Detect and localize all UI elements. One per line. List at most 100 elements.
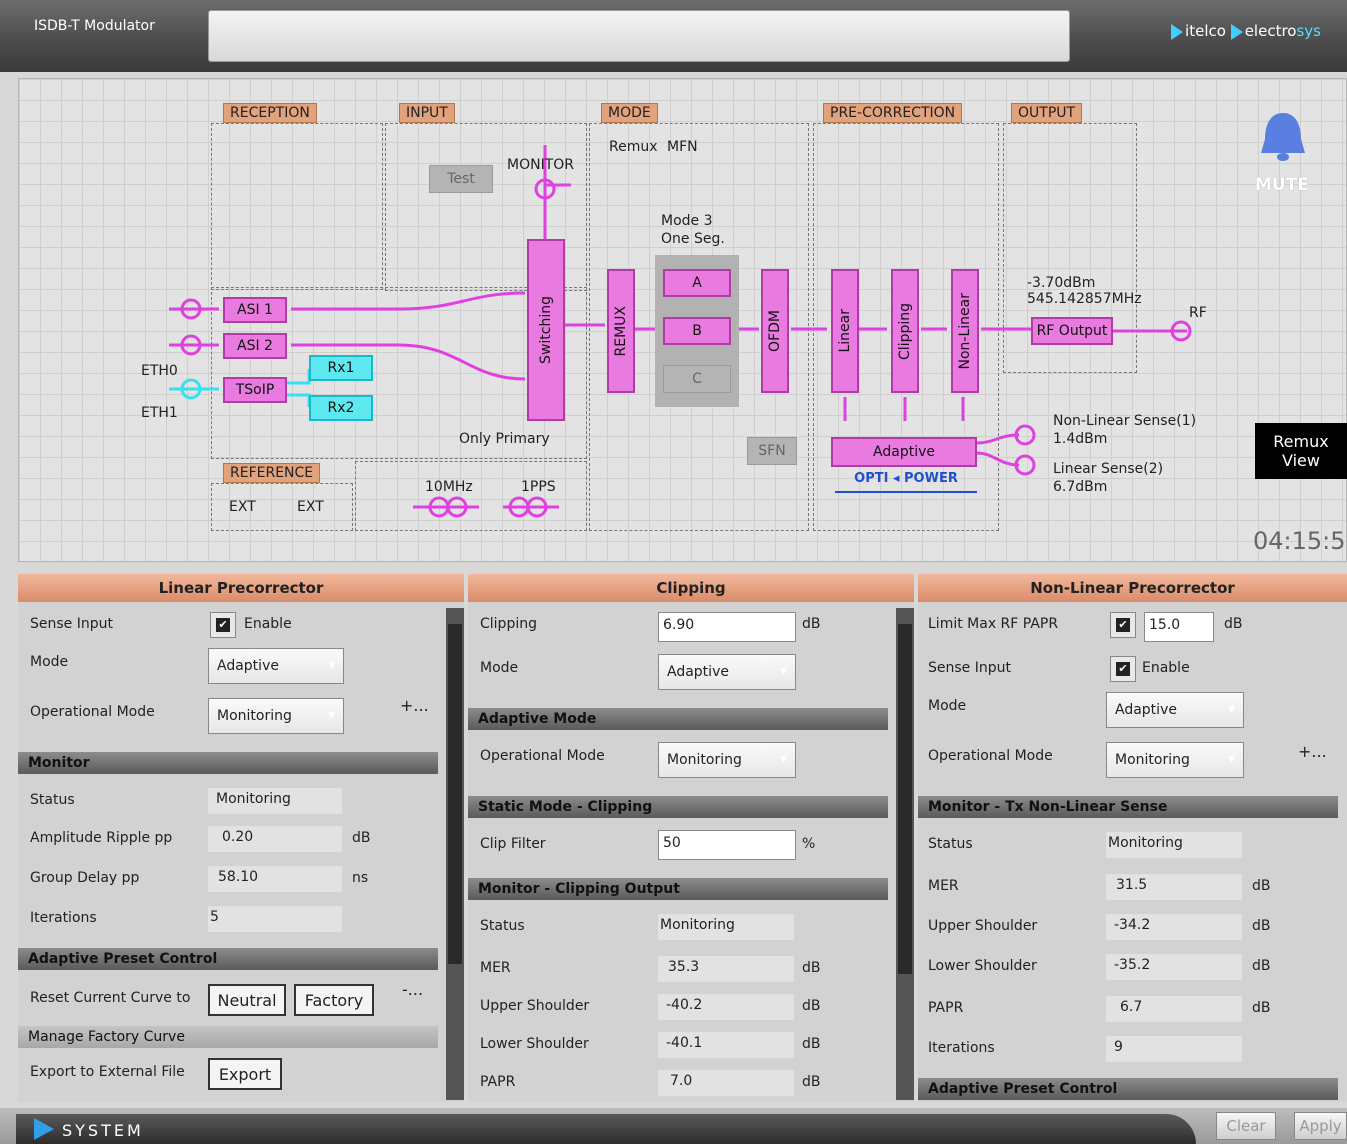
block-diagram: RECEPTION INPUT MODE PRE-CORRECTION OUTP… (18, 78, 1347, 562)
clear-button[interactable]: Clear (1216, 1112, 1276, 1140)
factory-button[interactable]: Factory (294, 984, 374, 1016)
clip-filter-input[interactable]: 50 (658, 830, 796, 860)
limit-papr-input[interactable]: 15.0 (1144, 612, 1214, 642)
nl-mer-unit: dB (1252, 878, 1271, 894)
clipping-panel: Clipping Clipping 6.90 dB Mode Adaptive ▼… (468, 574, 914, 1102)
limit-papr-checkbox[interactable]: ✔ (1110, 612, 1136, 638)
tsoip-block[interactable]: TSoIP (223, 377, 287, 403)
clipping-input[interactable]: 6.90 (658, 612, 796, 642)
nl-sense-value: 1.4dBm (1053, 431, 1108, 447)
ofdm-block[interactable]: OFDM (761, 269, 789, 393)
nl-more-button[interactable]: +... (1298, 742, 1327, 761)
rx1-block[interactable]: Rx1 (309, 355, 373, 381)
mode3-label: Mode 3 (661, 213, 713, 229)
clip-lower-value: -40.1 (658, 1032, 794, 1058)
nl-papr-label: PAPR (928, 1000, 964, 1016)
clip-lower-unit: dB (802, 1036, 821, 1052)
clipping-block[interactable]: Clipping (891, 269, 919, 393)
nl-mode-value: Adaptive (1115, 702, 1177, 718)
monitor-header: Monitor (18, 752, 438, 774)
nl-upper-value: -34.2 (1106, 914, 1242, 940)
asi2-block[interactable]: ASI 2 (223, 333, 287, 359)
sfn-button[interactable]: SFN (747, 437, 797, 465)
nl-enable-label: Enable (1142, 660, 1190, 676)
nl-lower-unit: dB (1252, 958, 1271, 974)
gdelay-label: Group Delay pp (30, 870, 140, 886)
switching-block[interactable]: Switching (527, 239, 565, 421)
monitor-label: MONITOR (507, 157, 574, 173)
nl-sense-input-checkbox[interactable]: ✔ (1110, 656, 1136, 682)
check-icon: ✔ (1116, 662, 1130, 676)
mode-select[interactable]: Adaptive ▼ (208, 648, 344, 684)
op-mode-label: Operational Mode (30, 704, 155, 720)
clip-mer-value: 35.3 (658, 956, 794, 982)
remux-block[interactable]: REMUX (607, 269, 635, 393)
clipping-scrollbar[interactable] (896, 608, 914, 1100)
l-sense-value: 6.7dBm (1053, 479, 1108, 495)
clip-papr-value: 7.0 (658, 1070, 794, 1096)
apply-button[interactable]: Apply (1294, 1112, 1347, 1140)
nl-mer-label: MER (928, 878, 959, 894)
nonlinear-block[interactable]: Non-Linear (951, 269, 979, 393)
nl-adaptive-preset-header: Adaptive Preset Control (918, 1078, 1338, 1100)
more-button[interactable]: +... (400, 696, 429, 715)
limit-papr-label: Limit Max RF PAPR (928, 616, 1059, 632)
layer-a-block[interactable]: A (663, 269, 731, 297)
clip-upper-value: -40.2 (658, 994, 794, 1020)
sense-input-label: Sense Input (30, 616, 113, 632)
dropdown-arrow-icon: ▼ (1228, 705, 1235, 715)
reset-curve-label: Reset Current Curve to (30, 990, 191, 1006)
scrollbar-thumb[interactable] (898, 624, 912, 974)
bell-icon[interactable] (1253, 109, 1313, 165)
nl-iterations-value: 9 (1106, 1036, 1242, 1062)
ref-ext-1: EXT (229, 499, 256, 515)
test-button[interactable]: Test (429, 165, 493, 193)
more-button-2[interactable]: -... (402, 980, 423, 999)
neutral-button[interactable]: Neutral (208, 984, 286, 1016)
clip-op-mode-select[interactable]: Monitoring ▼ (658, 742, 796, 778)
layer-c-block[interactable]: C (663, 365, 731, 393)
nl-mode-select[interactable]: Adaptive ▼ (1106, 692, 1244, 728)
linear-scrollbar[interactable] (446, 608, 464, 1100)
clip-filter-unit: % (802, 836, 816, 852)
clip-mode-label: Mode (480, 660, 519, 676)
nl-mer-value: 31.5 (1106, 874, 1242, 900)
clip-op-mode-value: Monitoring (667, 752, 742, 768)
system-label: SYSTEM (62, 1121, 144, 1140)
nl-op-mode-select[interactable]: Monitoring ▼ (1106, 742, 1244, 778)
remux-view-button[interactable]: Remux View (1255, 423, 1347, 479)
mute-label[interactable]: MUTE (1255, 175, 1309, 195)
dropdown-arrow-icon: ▼ (1228, 755, 1235, 765)
rf-label: RF (1189, 305, 1207, 321)
nl-papr-value: 6.7 (1106, 996, 1242, 1022)
clip-mode-select[interactable]: Adaptive ▼ (658, 654, 796, 690)
app-title: ISDB-T Modulator (34, 18, 155, 34)
linear-block[interactable]: Linear (831, 269, 859, 393)
adaptive-block[interactable]: Adaptive (831, 437, 977, 467)
system-button[interactable] (16, 1114, 1196, 1144)
nl-sense-input-label: Sense Input (928, 660, 1011, 676)
status-value: Monitoring (208, 788, 342, 814)
dropdown-arrow-icon: ▼ (328, 661, 335, 671)
play-icon (34, 1118, 54, 1140)
clipping-monitor-header: Monitor - Clipping Output (468, 878, 888, 900)
nonlinear-block-label: Non-Linear (957, 292, 973, 370)
limit-papr-unit: dB (1224, 616, 1243, 632)
export-button[interactable]: Export (208, 1058, 282, 1090)
rx2-block[interactable]: Rx2 (309, 395, 373, 421)
clip-lower-label: Lower Shoulder (480, 1036, 589, 1052)
frequency: 545.142857MHz (1027, 291, 1142, 307)
asi1-block[interactable]: ASI 1 (223, 297, 287, 323)
scrollbar-thumb[interactable] (448, 624, 462, 964)
rf-output-block[interactable]: RF Output (1031, 317, 1113, 345)
clip-status-label: Status (480, 918, 525, 934)
iterations-label: Iterations (30, 910, 97, 926)
op-mode-select[interactable]: Monitoring ▼ (208, 698, 344, 734)
switching-label: Switching (538, 296, 554, 364)
ref-ext-2: EXT (297, 499, 324, 515)
check-icon: ✔ (1116, 618, 1130, 632)
sense-input-checkbox[interactable]: ✔ (210, 612, 236, 638)
enable-label: Enable (244, 616, 292, 632)
optipower-text-2: POWER (904, 471, 958, 486)
layer-b-block[interactable]: B (663, 317, 731, 345)
